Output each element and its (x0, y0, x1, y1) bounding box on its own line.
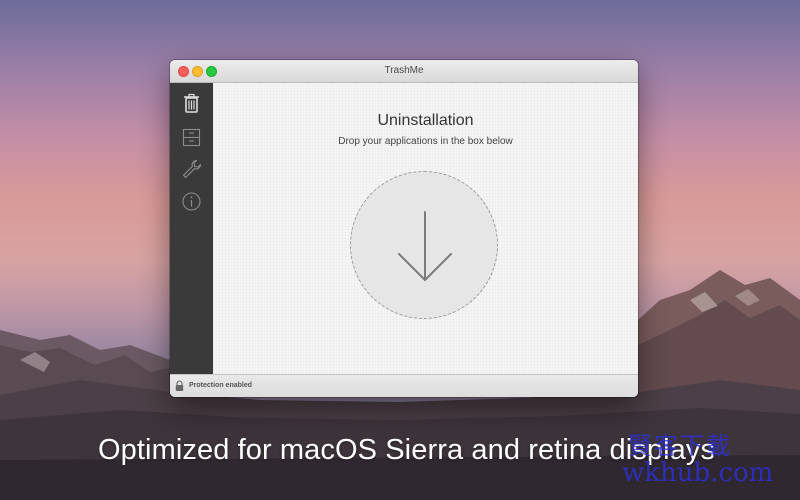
watermark-url: wkhub.com (622, 458, 774, 488)
page-subtitle: Drop your applications in the box below (338, 136, 513, 147)
protection-status-text: Protection enabled (189, 382, 253, 389)
trashme-window: TrashMe Uninstallation Drop your applica… (170, 60, 638, 397)
sidebar-item-cleaning[interactable] (179, 125, 204, 150)
title-bar[interactable]: TrashMe (170, 60, 638, 83)
arrow-down-icon (398, 211, 452, 281)
wrench-icon (182, 159, 202, 179)
app-drop-zone[interactable] (350, 171, 498, 319)
info-icon (182, 192, 201, 211)
status-bar: Protection enabled (170, 374, 638, 397)
sidebar-item-tools[interactable] (179, 157, 204, 182)
page-title: Uninstallation (377, 112, 474, 129)
main-content: Uninstallation Drop your applications in… (213, 83, 638, 374)
trash-icon (184, 93, 199, 113)
watermark-title: 賢客下載 (628, 432, 732, 460)
archive-icon (182, 128, 201, 147)
window-title: TrashMe (384, 65, 424, 76)
sidebar-item-uninstallation[interactable] (179, 91, 204, 116)
lock-icon (175, 380, 184, 391)
sidebar-item-info[interactable] (179, 189, 204, 214)
sidebar (170, 83, 213, 374)
